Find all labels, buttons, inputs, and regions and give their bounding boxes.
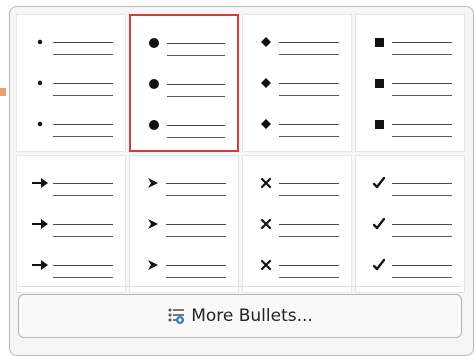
- bold-arrow-bullet-icon: [31, 174, 49, 192]
- bullet-preset-large-dot[interactable]: [129, 14, 239, 152]
- preview-line: [356, 168, 464, 198]
- check-bullet-icon: [370, 215, 388, 233]
- arrowhead-bullet-icon: [144, 215, 162, 233]
- large-dot-bullet-icon: [145, 116, 163, 134]
- preview-line: [356, 209, 464, 239]
- square-bullet-icon: [370, 115, 388, 133]
- arrowhead-bullet-icon: [144, 256, 162, 274]
- preview-line: [17, 209, 125, 239]
- small-dot-bullet-icon: [31, 33, 49, 51]
- preview-line: [356, 250, 464, 280]
- preview-line: [131, 110, 237, 140]
- background-fragment: [0, 88, 6, 96]
- bullet-preset-bold-arrow[interactable]: [16, 155, 126, 293]
- preview-line: [243, 250, 351, 280]
- preview-line: [356, 109, 464, 139]
- preview-line: [243, 209, 351, 239]
- bullet-preset-small-dot[interactable]: [16, 14, 126, 152]
- preview-line: [356, 27, 464, 57]
- large-dot-bullet-icon: [145, 34, 163, 52]
- separator: [18, 286, 462, 287]
- cross-bullet-icon: [257, 174, 275, 192]
- preview-line: [17, 27, 125, 57]
- arrowhead-bullet-icon: [144, 174, 162, 192]
- bullet-preset-cross[interactable]: [242, 155, 352, 293]
- cross-bullet-icon: [257, 215, 275, 233]
- more-bullets-button[interactable]: More Bullets...: [18, 294, 462, 338]
- preview-line: [243, 109, 351, 139]
- square-bullet-icon: [370, 33, 388, 51]
- square-bullet-icon: [370, 74, 388, 92]
- preview-line: [17, 168, 125, 198]
- bold-arrow-bullet-icon: [31, 256, 49, 274]
- preview-line: [17, 250, 125, 280]
- preview-line: [131, 28, 237, 58]
- bullet-preset-square[interactable]: [355, 14, 465, 152]
- bullet-preset-arrowhead[interactable]: [129, 155, 239, 293]
- bullets-list-icon: [167, 307, 187, 325]
- cross-bullet-icon: [257, 256, 275, 274]
- diamond-bullet-icon: [257, 115, 275, 133]
- check-bullet-icon: [370, 256, 388, 274]
- small-dot-bullet-icon: [31, 115, 49, 133]
- large-dot-bullet-icon: [145, 75, 163, 93]
- preview-line: [243, 168, 351, 198]
- small-dot-bullet-icon: [31, 74, 49, 92]
- check-bullet-icon: [370, 174, 388, 192]
- bullet-preset-grid: [16, 14, 465, 293]
- bullet-preset-check[interactable]: [355, 155, 465, 293]
- more-bullets-label: More Bullets...: [191, 306, 313, 326]
- preview-line: [130, 209, 238, 239]
- preview-line: [130, 168, 238, 198]
- preview-line: [131, 69, 237, 99]
- preview-line: [243, 27, 351, 57]
- preview-line: [243, 68, 351, 98]
- preview-line: [17, 109, 125, 139]
- preview-line: [17, 68, 125, 98]
- bullet-preset-diamond[interactable]: [242, 14, 352, 152]
- diamond-bullet-icon: [257, 33, 275, 51]
- diamond-bullet-icon: [257, 74, 275, 92]
- preview-line: [356, 68, 464, 98]
- bold-arrow-bullet-icon: [31, 215, 49, 233]
- preview-line: [130, 250, 238, 280]
